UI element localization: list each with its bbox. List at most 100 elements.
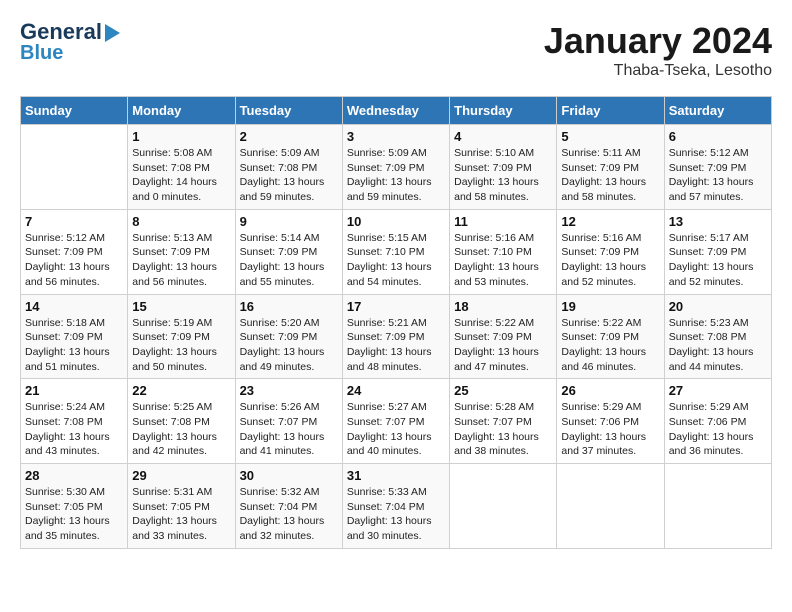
calendar-cell	[21, 125, 128, 210]
day-number: 21	[25, 383, 123, 398]
day-info: Sunrise: 5:09 AMSunset: 7:09 PMDaylight:…	[347, 146, 445, 205]
day-info: Sunrise: 5:22 AMSunset: 7:09 PMDaylight:…	[454, 316, 552, 375]
weekday-header-row: SundayMondayTuesdayWednesdayThursdayFrid…	[21, 97, 772, 125]
calendar-cell: 22Sunrise: 5:25 AMSunset: 7:08 PMDayligh…	[128, 379, 235, 464]
logo-text-general: General	[20, 20, 102, 44]
day-number: 9	[240, 214, 338, 229]
day-info: Sunrise: 5:13 AMSunset: 7:09 PMDaylight:…	[132, 231, 230, 290]
calendar-cell: 18 Sunrise: 5:22 AMSunset: 7:09 PMDayligh…	[450, 294, 557, 379]
calendar-subtitle: Thaba-Tseka, Lesotho	[544, 62, 772, 80]
day-number: 5	[561, 129, 659, 144]
day-number: 12	[561, 214, 659, 229]
weekday-header-monday: Monday	[128, 97, 235, 125]
day-info: Sunrise: 5:11 AMSunset: 7:09 PMDaylight:…	[561, 146, 659, 205]
calendar-cell: 9 Sunrise: 5:14 AMSunset: 7:09 PMDaylight…	[235, 209, 342, 294]
calendar-cell: 4Sunrise: 5:10 AMSunset: 7:09 PMDaylight…	[450, 125, 557, 210]
day-info: Sunrise: 5:08 AMSunset: 7:08 PMDaylight:…	[132, 146, 230, 205]
calendar-cell: 16 Sunrise: 5:20 AMSunset: 7:09 PMDayligh…	[235, 294, 342, 379]
day-number: 3	[347, 129, 445, 144]
calendar-cell: 5 Sunrise: 5:11 AMSunset: 7:09 PMDaylight…	[557, 125, 664, 210]
weekday-header-sunday: Sunday	[21, 97, 128, 125]
day-number: 2	[240, 129, 338, 144]
day-info: Sunrise: 5:30 AMSunset: 7:05 PMDaylight:…	[25, 485, 123, 544]
day-info: Sunrise: 5:12 AMSunset: 7:09 PMDaylight:…	[25, 231, 123, 290]
day-info: Sunrise: 5:29 AMSunset: 7:06 PMDaylight:…	[561, 400, 659, 459]
day-number: 11	[454, 214, 552, 229]
day-info: Sunrise: 5:26 AMSunset: 7:07 PMDaylight:…	[240, 400, 338, 459]
day-number: 30	[240, 468, 338, 483]
calendar-cell: 24 Sunrise: 5:27 AMSunset: 7:07 PMDayligh…	[342, 379, 449, 464]
calendar-cell: 26 Sunrise: 5:29 AMSunset: 7:06 PMDayligh…	[557, 379, 664, 464]
calendar-cell: 17 Sunrise: 5:21 AMSunset: 7:09 PMDayligh…	[342, 294, 449, 379]
day-info: Sunrise: 5:23 AMSunset: 7:08 PMDaylight:…	[669, 316, 767, 375]
calendar-cell: 15 Sunrise: 5:19 AMSunset: 7:09 PMDayligh…	[128, 294, 235, 379]
day-info: Sunrise: 5:27 AMSunset: 7:07 PMDaylight:…	[347, 400, 445, 459]
day-info: Sunrise: 5:22 AMSunset: 7:09 PMDaylight:…	[561, 316, 659, 375]
calendar-cell: 23Sunrise: 5:26 AMSunset: 7:07 PMDayligh…	[235, 379, 342, 464]
day-info: Sunrise: 5:15 AMSunset: 7:10 PMDaylight:…	[347, 231, 445, 290]
title-block: January 2024 Thaba-Tseka, Lesotho	[544, 20, 772, 80]
day-number: 26	[561, 383, 659, 398]
calendar-cell: 14Sunrise: 5:18 AMSunset: 7:09 PMDayligh…	[21, 294, 128, 379]
week-row-1: 7 Sunrise: 5:12 AMSunset: 7:09 PMDaylight…	[21, 209, 772, 294]
day-number: 6	[669, 129, 767, 144]
day-info: Sunrise: 5:18 AMSunset: 7:09 PMDaylight:…	[25, 316, 123, 375]
day-info: Sunrise: 5:09 AMSunset: 7:08 PMDaylight:…	[240, 146, 338, 205]
day-info: Sunrise: 5:29 AMSunset: 7:06 PMDaylight:…	[669, 400, 767, 459]
day-number: 15	[132, 299, 230, 314]
week-row-4: 28 Sunrise: 5:30 AMSunset: 7:05 PMDayligh…	[21, 464, 772, 549]
day-info: Sunrise: 5:20 AMSunset: 7:09 PMDaylight:…	[240, 316, 338, 375]
day-number: 10	[347, 214, 445, 229]
day-info: Sunrise: 5:28 AMSunset: 7:07 PMDaylight:…	[454, 400, 552, 459]
calendar-cell	[450, 464, 557, 549]
day-number: 8	[132, 214, 230, 229]
calendar-cell: 8 Sunrise: 5:13 AMSunset: 7:09 PMDaylight…	[128, 209, 235, 294]
day-number: 24	[347, 383, 445, 398]
day-info: Sunrise: 5:12 AMSunset: 7:09 PMDaylight:…	[669, 146, 767, 205]
day-info: Sunrise: 5:21 AMSunset: 7:09 PMDaylight:…	[347, 316, 445, 375]
page-header: General Blue January 2024 Thaba-Tseka, L…	[20, 20, 772, 80]
calendar-cell: 13 Sunrise: 5:17 AMSunset: 7:09 PMDayligh…	[664, 209, 771, 294]
day-number: 13	[669, 214, 767, 229]
weekday-header-thursday: Thursday	[450, 97, 557, 125]
calendar-cell: 2 Sunrise: 5:09 AMSunset: 7:08 PMDaylight…	[235, 125, 342, 210]
calendar-cell: 7 Sunrise: 5:12 AMSunset: 7:09 PMDaylight…	[21, 209, 128, 294]
weekday-header-saturday: Saturday	[664, 97, 771, 125]
day-info: Sunrise: 5:19 AMSunset: 7:09 PMDaylight:…	[132, 316, 230, 375]
day-info: Sunrise: 5:33 AMSunset: 7:04 PMDaylight:…	[347, 485, 445, 544]
day-number: 17	[347, 299, 445, 314]
week-row-2: 14Sunrise: 5:18 AMSunset: 7:09 PMDayligh…	[21, 294, 772, 379]
calendar-cell: 6 Sunrise: 5:12 AMSunset: 7:09 PMDaylight…	[664, 125, 771, 210]
day-number: 31	[347, 468, 445, 483]
day-number: 7	[25, 214, 123, 229]
weekday-header-friday: Friday	[557, 97, 664, 125]
day-info: Sunrise: 5:31 AMSunset: 7:05 PMDaylight:…	[132, 485, 230, 544]
calendar-cell: 28 Sunrise: 5:30 AMSunset: 7:05 PMDayligh…	[21, 464, 128, 549]
day-info: Sunrise: 5:24 AMSunset: 7:08 PMDaylight:…	[25, 400, 123, 459]
calendar-cell: 3 Sunrise: 5:09 AMSunset: 7:09 PMDaylight…	[342, 125, 449, 210]
calendar-cell: 1 Sunrise: 5:08 AMSunset: 7:08 PMDaylight…	[128, 125, 235, 210]
day-info: Sunrise: 5:17 AMSunset: 7:09 PMDaylight:…	[669, 231, 767, 290]
calendar-cell	[557, 464, 664, 549]
week-row-3: 21 Sunrise: 5:24 AMSunset: 7:08 PMDayligh…	[21, 379, 772, 464]
day-number: 28	[25, 468, 123, 483]
weekday-header-tuesday: Tuesday	[235, 97, 342, 125]
day-number: 22	[132, 383, 230, 398]
calendar-cell: 27 Sunrise: 5:29 AMSunset: 7:06 PMDayligh…	[664, 379, 771, 464]
calendar-cell: 30 Sunrise: 5:32 AMSunset: 7:04 PMDayligh…	[235, 464, 342, 549]
day-number: 29	[132, 468, 230, 483]
day-info: Sunrise: 5:32 AMSunset: 7:04 PMDaylight:…	[240, 485, 338, 544]
day-info: Sunrise: 5:14 AMSunset: 7:09 PMDaylight:…	[240, 231, 338, 290]
calendar-cell: 12Sunrise: 5:16 AMSunset: 7:09 PMDayligh…	[557, 209, 664, 294]
calendar-cell	[664, 464, 771, 549]
day-number: 18	[454, 299, 552, 314]
day-number: 27	[669, 383, 767, 398]
day-number: 4	[454, 129, 552, 144]
day-number: 20	[669, 299, 767, 314]
weekday-header-wednesday: Wednesday	[342, 97, 449, 125]
calendar-cell: 29 Sunrise: 5:31 AMSunset: 7:05 PMDayligh…	[128, 464, 235, 549]
day-number: 16	[240, 299, 338, 314]
day-number: 1	[132, 129, 230, 144]
calendar-cell: 25 Sunrise: 5:28 AMSunset: 7:07 PMDayligh…	[450, 379, 557, 464]
day-number: 25	[454, 383, 552, 398]
